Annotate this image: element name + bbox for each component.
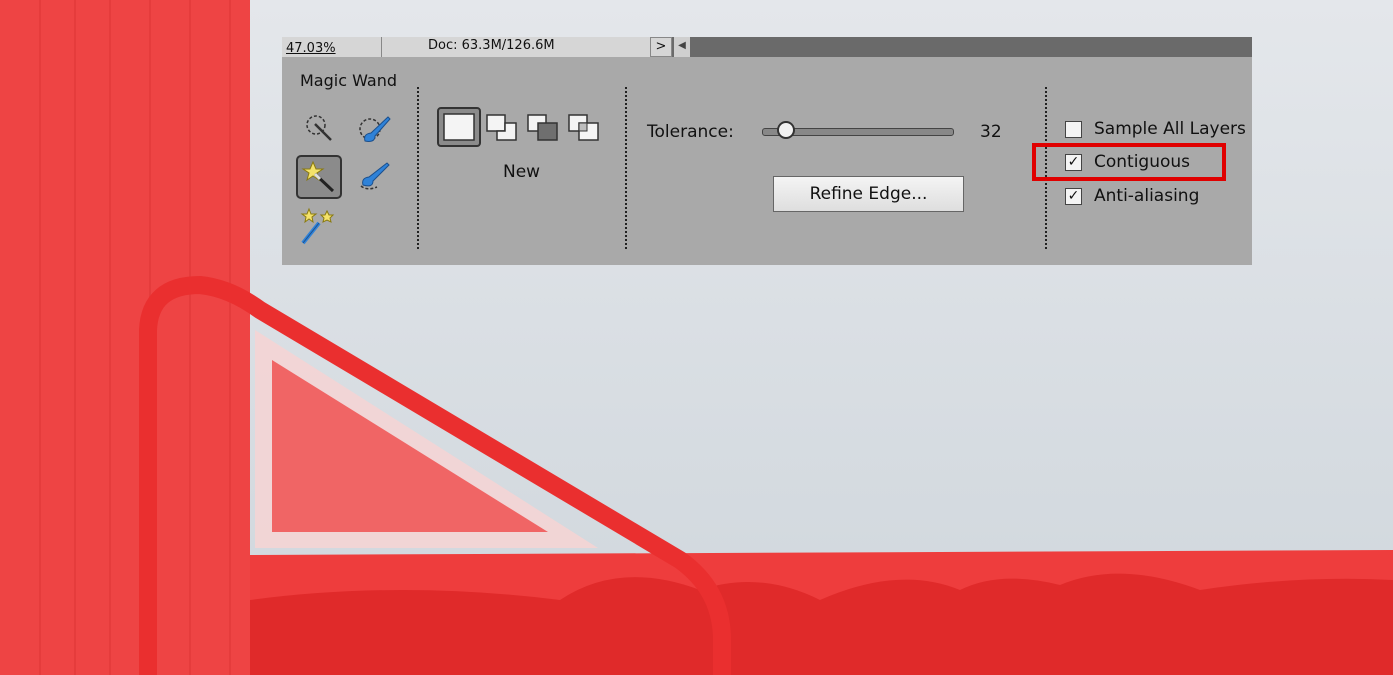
checkbox-label: Anti-aliasing	[1094, 186, 1200, 206]
tool-options-bar: Magic Wand New Tolerance: 32 Refine Edge…	[282, 57, 1252, 265]
tolerance-label: Tolerance:	[647, 122, 734, 142]
quick-selection-tool-button[interactable]	[296, 107, 342, 151]
tolerance-value[interactable]: 32	[980, 122, 1002, 142]
intersect-selection-button[interactable]	[567, 113, 601, 148]
checkbox-box[interactable]	[1065, 120, 1082, 138]
divider	[1045, 87, 1047, 249]
new-selection-icon	[437, 107, 481, 147]
checkbox-box[interactable]: ✓	[1065, 187, 1082, 205]
auto-selection-tool-button[interactable]	[296, 205, 342, 249]
refine-brush-icon	[360, 162, 390, 190]
subtract-from-selection-button[interactable]	[526, 113, 560, 148]
tool-name: Magic Wand	[300, 71, 397, 90]
document-size: Doc: 63.3M/126.6M	[382, 37, 650, 57]
checkbox-box[interactable]: ✓	[1065, 153, 1082, 171]
refine-brush-tool-button[interactable]	[352, 155, 398, 199]
scroll-left-arrow[interactable]: ◀	[674, 37, 690, 57]
checkbox-label: Contiguous	[1094, 152, 1191, 172]
quick-selection-icon	[306, 115, 332, 141]
divider	[625, 87, 627, 249]
add-selection-icon	[486, 114, 517, 141]
intersect-selection-icon	[568, 114, 599, 141]
selected-pole	[0, 0, 250, 675]
checkbox-label: Sample All Layers	[1094, 119, 1246, 139]
refine-edge-button[interactable]: Refine Edge...	[773, 176, 964, 212]
subtract-selection-icon	[527, 114, 558, 141]
add-to-selection-button[interactable]	[485, 113, 519, 148]
quick-selection-brush-tool-button[interactable]	[352, 107, 398, 151]
magic-wand-tool-button[interactable]	[296, 155, 342, 199]
selection-mode-label: New	[503, 162, 541, 182]
status-menu-arrow[interactable]: >	[650, 37, 672, 57]
sample-all-layers-checkbox[interactable]: Sample All Layers	[1065, 119, 1246, 139]
anti-aliasing-checkbox[interactable]: ✓ Anti-aliasing	[1065, 186, 1199, 206]
zoom-level[interactable]: 47.03%	[282, 37, 382, 57]
selection-brush-icon	[359, 116, 391, 142]
contiguous-checkbox[interactable]: ✓ Contiguous	[1065, 152, 1190, 172]
new-selection-button[interactable]	[437, 107, 481, 152]
status-bar: 47.03% Doc: 63.3M/126.6M > ◀	[282, 37, 1252, 57]
magic-wand-icon	[301, 160, 335, 193]
divider	[417, 87, 419, 249]
tolerance-slider-thumb[interactable]	[776, 121, 795, 139]
sparkle-wand-icon	[300, 207, 335, 245]
